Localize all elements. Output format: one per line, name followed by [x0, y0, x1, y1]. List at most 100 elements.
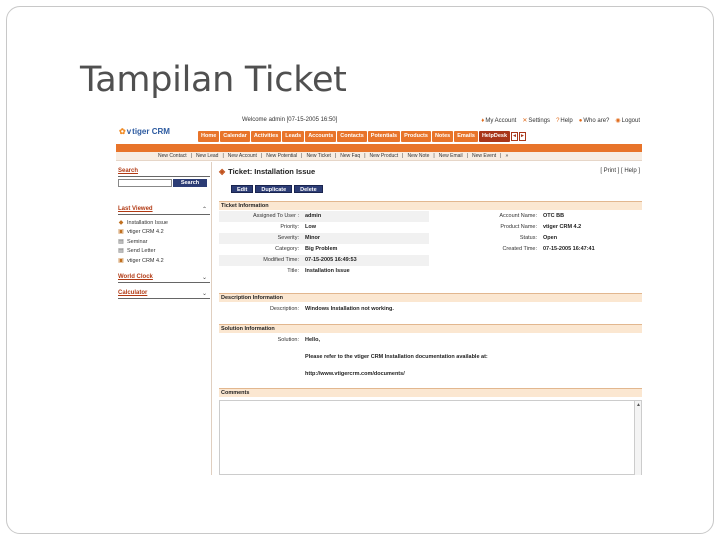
subnav-separator: | — [500, 153, 502, 159]
field-row: http://www.vtigercrm.com/documents/ — [219, 369, 642, 380]
field-label: Status: — [519, 235, 537, 241]
scroll-up-icon[interactable]: ▲ — [636, 402, 641, 408]
print-help-links[interactable]: [ Print ] [ Help ] — [600, 168, 640, 174]
logout-link[interactable]: ◉ Logout — [615, 117, 640, 125]
my-account-link[interactable]: ♦ My Account — [481, 117, 516, 124]
help-link[interactable]: ? Help — [556, 117, 573, 124]
list-item[interactable]: ▣ vtiger CRM 4.2 — [118, 256, 168, 266]
list-item[interactable]: ◆ Installation Issue — [118, 218, 168, 228]
sidebar: Search Search Last Viewed ⌃ ◆ Installatio… — [116, 162, 212, 475]
ticket-detail: ◈ Ticket: Installation Issue [ Print ] [ … — [219, 162, 642, 475]
divider — [118, 176, 210, 177]
tab-emails[interactable]: Emails — [454, 131, 478, 142]
field-row: Description: Windows Installation not wor… — [219, 304, 642, 315]
field-value: OTC BB — [543, 213, 565, 219]
product-icon: ▣ — [118, 229, 124, 236]
field-cell: Status: Open — [429, 233, 642, 244]
action-buttons: Edit Duplicate Delete — [231, 185, 323, 193]
field-value: Hello, — [305, 337, 320, 343]
field-label: Description: — [269, 306, 299, 312]
scrollbar[interactable]: ▲ — [634, 401, 641, 475]
new-contact-link[interactable]: New Contact — [158, 152, 187, 160]
field-value: vtiger CRM 4.2 — [543, 224, 582, 230]
collapse-up-icon[interactable]: ⌃ — [202, 206, 207, 213]
new-product-link[interactable]: New Product — [370, 152, 399, 160]
field-row: Assigned To User : admin Account Name: OTC… — [219, 211, 642, 222]
list-item[interactable]: ▣ vtiger CRM 4.2 — [118, 228, 168, 238]
tab-leads[interactable]: Leads — [282, 131, 305, 142]
edit-button[interactable]: Edit — [231, 185, 254, 193]
new-lead-link[interactable]: New Lead — [196, 152, 219, 160]
vtiger-logo[interactable]: ✿ v tiger CRM — [119, 127, 170, 136]
field-cell: Category: Big Problem — [219, 244, 429, 255]
main-nav: Home Calendar Activities Leads Accounts … — [198, 131, 527, 143]
subnav-separator: | — [334, 153, 337, 159]
paw-icon: ✿ — [119, 127, 126, 136]
field-row: Please refer to the vtiger CRM Installat… — [219, 352, 642, 363]
list-item[interactable]: ▤ Send Letter — [118, 247, 168, 257]
field-label: Severity: — [277, 235, 299, 241]
divider — [118, 282, 210, 283]
tab-contacts[interactable]: Contacts — [337, 131, 367, 142]
tab-products[interactable]: Products — [401, 131, 431, 142]
comments-header: Comments — [219, 388, 642, 397]
field-label: Title: — [287, 268, 299, 274]
ticket-info-header: Ticket Information — [219, 201, 642, 210]
new-ticket-link[interactable]: New Ticket — [306, 152, 330, 160]
field-value: 07-15-2005 16:47:41 — [543, 246, 595, 252]
field-cell: Account Name: OTC BB — [429, 211, 642, 222]
welcome-text: Welcome admin [07-15-2005 16:50] — [242, 117, 338, 123]
subnav-separator: | — [466, 153, 468, 159]
subnav-separator: | — [402, 153, 404, 159]
new-note-link[interactable]: New Note — [407, 152, 429, 160]
tab-home[interactable]: Home — [198, 131, 220, 142]
settings-link[interactable]: ✕ Settings — [522, 117, 550, 125]
field-row: Modified Time: 07-15-2005 16:49:53 — [219, 255, 642, 266]
last-viewed-heading[interactable]: Last Viewed — [118, 206, 153, 212]
subnav-separator: | — [364, 153, 366, 159]
field-value: Installation Issue — [305, 268, 350, 274]
more-link[interactable]: » — [505, 152, 508, 160]
field-cell: Created Time: 07-15-2005 16:47:41 — [429, 244, 642, 255]
expand-down-icon[interactable]: ⌄ — [202, 274, 207, 281]
search-button[interactable]: Search — [173, 179, 207, 187]
field-label: Product Name: — [500, 224, 537, 230]
calendar-icon: ▤ — [118, 238, 124, 245]
tab-accounts[interactable]: Accounts — [305, 131, 337, 142]
search-input[interactable] — [118, 179, 172, 187]
tab-calendar[interactable]: Calendar — [220, 131, 250, 142]
world-clock-heading[interactable]: World Clock — [118, 274, 153, 280]
new-potential-link[interactable]: New Potential — [266, 152, 297, 160]
new-email-link[interactable]: New Email — [439, 152, 463, 160]
nav-next-arrow[interactable]: ► — [519, 132, 527, 141]
ticket-fields: Assigned To User : admin Account Name: OTC… — [219, 211, 642, 277]
solution-header: Solution Information — [219, 324, 642, 333]
field-cell: Modified Time: 07-15-2005 16:49:53 — [219, 255, 429, 266]
tab-helpdesk[interactable]: HelpDesk — [478, 131, 511, 142]
field-row: Priority: Low Product Name: vtiger CRM 4.2 — [219, 222, 642, 233]
calculator-heading[interactable]: Calculator — [118, 290, 147, 296]
new-faq-link[interactable]: New Faq — [340, 152, 360, 160]
nav-prev-arrow[interactable]: ◄ — [511, 132, 519, 141]
field-value: Big Problem — [305, 246, 338, 252]
who-link[interactable]: ● Who are? — [579, 117, 610, 124]
field-value: Please refer to the vtiger CRM Installat… — [305, 354, 488, 360]
delete-button[interactable]: Delete — [294, 185, 323, 193]
field-row: Title: Installation Issue — [219, 266, 642, 277]
new-account-link[interactable]: New Account — [228, 152, 257, 160]
top-links: ♦ My Account ✕ Settings ? Help ● Who are? ◉ L… — [481, 117, 640, 125]
field-value: Minor — [305, 235, 320, 241]
field-row: Solution: Hello, — [219, 335, 642, 346]
new-event-link[interactable]: New Event — [472, 152, 496, 160]
comments-textarea[interactable]: ▲ — [219, 400, 642, 475]
expand-down-icon[interactable]: ⌄ — [202, 290, 207, 297]
field-cell: Severity: Minor — [219, 233, 429, 244]
list-item[interactable]: ▤ Seminar — [118, 237, 168, 247]
tab-notes[interactable]: Notes — [431, 131, 454, 142]
field-value: Windows Installation not working. — [305, 306, 394, 312]
crm-screenshot: Welcome admin [07-15-2005 16:50] ♦ My Acc… — [116, 114, 642, 475]
tab-potentials[interactable]: Potentials — [367, 131, 401, 142]
field-value: 07-15-2005 16:49:53 — [305, 257, 357, 263]
duplicate-button[interactable]: Duplicate — [255, 185, 293, 193]
tab-activities[interactable]: Activities — [250, 131, 282, 142]
